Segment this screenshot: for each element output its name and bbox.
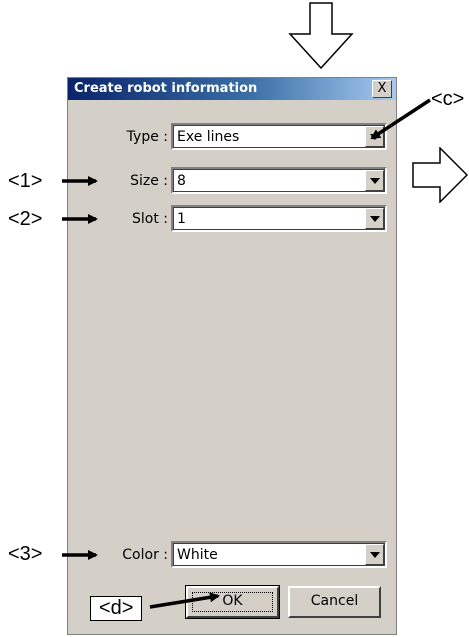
annotation-2: <2> (8, 208, 43, 230)
annotation-d: <d> (90, 596, 143, 621)
arrow-d (149, 592, 220, 609)
annotation-arrows (62, 98, 431, 609)
annotation-c: <c> (431, 88, 465, 110)
annotation-1: <1> (8, 170, 43, 192)
arrow-c (370, 98, 431, 140)
annotation-3: <3> (8, 543, 43, 565)
